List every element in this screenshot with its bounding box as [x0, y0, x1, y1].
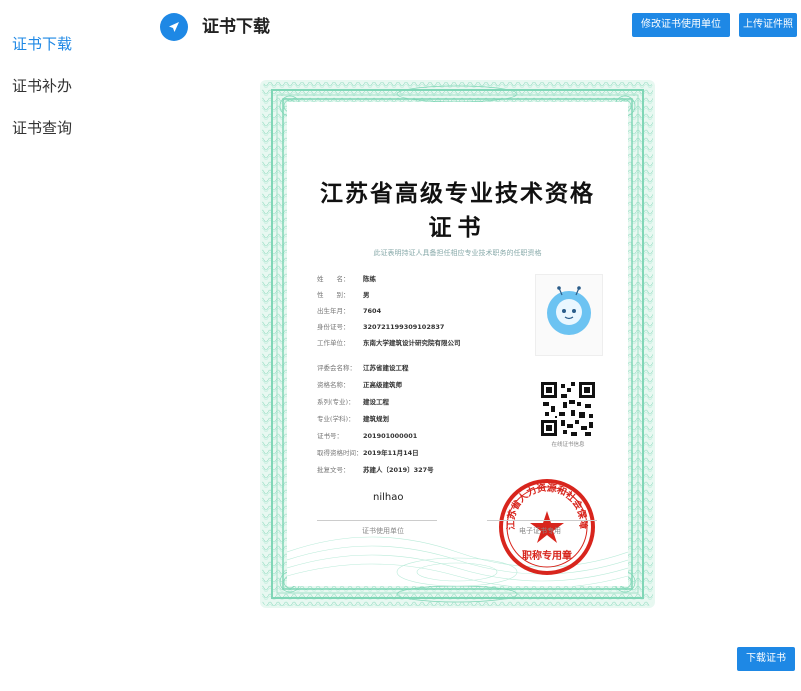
- svg-text:职称专用章: 职称专用章: [522, 549, 572, 562]
- qr-caption: 在线证书信息: [551, 442, 585, 448]
- page-title: 证书下载: [202, 17, 270, 37]
- cert-footer-left: 证书使用单位: [362, 527, 404, 535]
- certificate-image: 江苏省高级专业技术资格 证书 此证表明持证人具备担任相应专业技术职务的任职资格 …: [260, 80, 655, 608]
- divider: [317, 520, 437, 521]
- field-row: 资格名称： 正高级建筑师: [317, 381, 402, 389]
- certificate-body: 江苏省高级专业技术资格 证书 此证表明持证人具备担任相应专业技术职务的任职资格 …: [287, 102, 628, 586]
- certificate-title-line2: 证书: [428, 214, 487, 241]
- handwritten-value: nilhao: [373, 492, 404, 503]
- qr-code-icon: [541, 382, 595, 436]
- field-row: 取得资格时间：2019年11月14日: [317, 449, 419, 457]
- field-row: 专业(学科)： 建筑规划: [317, 415, 389, 423]
- cert-footer-right: 电子证书专用: [519, 527, 561, 535]
- field-row: 批复文号： 苏建人〔2019〕327号: [317, 466, 434, 474]
- field-row: 评委会名称： 江苏省建设工程: [317, 364, 409, 372]
- certificate-title: 江苏省高级专业技术资格: [320, 180, 595, 207]
- modify-unit-button[interactable]: 修改证书使用单位: [632, 13, 730, 37]
- download-certificate-button[interactable]: 下载证书: [737, 647, 795, 671]
- send-icon: [160, 13, 188, 41]
- sidebar: 证书下载 证书补办 证书查询: [0, 0, 140, 691]
- field-row: 证书号： 201901000001: [317, 432, 418, 440]
- upload-photo-button[interactable]: 上传证件照: [739, 13, 797, 37]
- field-row: 出生年月： 7604: [317, 307, 382, 315]
- certificate-subtitle: 此证表明持证人具备担任相应专业技术职务的任职资格: [373, 249, 542, 257]
- sidebar-item-query[interactable]: 证书查询: [12, 117, 72, 138]
- sidebar-item-reissue[interactable]: 证书补办: [12, 75, 72, 96]
- svg-text:江苏省人力资源和社会保障厅: 江苏省人力资源和社会保障厅: [497, 477, 589, 530]
- field-row: 性 别：男: [317, 291, 370, 299]
- field-row: 身份证号： 320721199309102837: [317, 323, 445, 331]
- sidebar-item-download[interactable]: 证书下载: [12, 33, 72, 54]
- field-row: 系列(专业)： 建设工程: [317, 398, 389, 406]
- divider: [487, 520, 597, 521]
- field-row: 姓 名： 陈练: [317, 275, 376, 283]
- field-row: 工作单位： 东南大学建筑设计研究院有限公司: [317, 339, 461, 347]
- avatar: [535, 274, 603, 356]
